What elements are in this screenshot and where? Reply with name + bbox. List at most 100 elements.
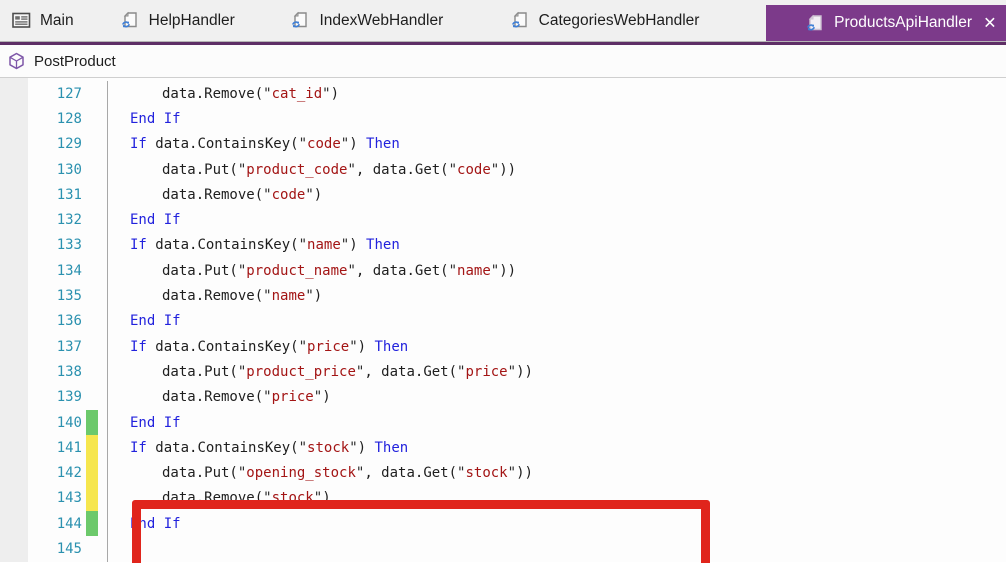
gutter-separator (98, 81, 108, 107)
change-tracking-marker (86, 207, 98, 232)
tab-helphandler[interactable]: HelpHandler (109, 0, 280, 41)
change-tracking-marker (86, 359, 98, 384)
change-tracking-marker (86, 81, 98, 106)
code-line[interactable]: 137 If data.ContainsKey("price") Then (0, 333, 1006, 360)
line-number: 128 (56, 110, 82, 127)
line-number: 142 (56, 465, 82, 482)
class-module-icon (511, 11, 530, 30)
code-line[interactable]: 142 data.Put("opening_stock", data.Get("s… (0, 460, 1006, 486)
tab-categorieswebhandler[interactable]: CategoriesWebHandler (499, 0, 767, 41)
code-line[interactable]: 128 End If (0, 106, 1006, 132)
change-tracking-marker (86, 157, 98, 182)
gutter-separator (98, 283, 108, 309)
code-text: data.Remove("stock") (162, 490, 331, 507)
code-line[interactable]: 143 data.Remove("stock") (0, 485, 1006, 512)
line-number: 129 (56, 136, 82, 153)
gutter-separator (98, 131, 108, 157)
tab-label: HelpHandler (148, 11, 235, 29)
change-tracking-marker (86, 536, 98, 561)
code-text: If data.ContainsKey("stock") Then (130, 439, 409, 456)
change-tracking-marker (86, 258, 98, 283)
code-editor[interactable]: 127 data.Remove("cat_id") 128 End If 129 If d… (0, 78, 1006, 563)
gutter-separator (98, 409, 108, 436)
code-line[interactable]: 131 data.Remove("code") (0, 182, 1006, 208)
tab-main[interactable]: Main (0, 0, 109, 41)
tab-label: CategoriesWebHandler (538, 11, 700, 29)
gutter-separator (98, 460, 108, 486)
code-line[interactable]: 139 data.Remove("price") (0, 384, 1006, 410)
code-line[interactable]: 134 data.Put("product_name", data.Get("na… (0, 258, 1006, 284)
change-tracking-marker (86, 409, 98, 436)
line-number: 139 (56, 389, 82, 406)
code-text: If data.ContainsKey("price") Then (130, 338, 409, 355)
code-line[interactable]: 138 data.Put("product_price", data.Get("p… (0, 359, 1006, 385)
code-text: data.Remove("name") (162, 288, 323, 305)
code-line[interactable]: 141 If data.ContainsKey("stock") Then (0, 435, 1006, 461)
code-text: data.Remove("cat_id") (162, 85, 340, 102)
code-text: data.Put("opening_stock", data.Get("stoc… (162, 465, 533, 482)
gutter-separator (98, 384, 108, 410)
code-line[interactable]: 133 If data.ContainsKey("name") Then (0, 232, 1006, 259)
line-number: 141 (56, 439, 82, 456)
line-number: 144 (56, 515, 82, 532)
gutter-separator (98, 333, 108, 360)
line-number: 135 (56, 288, 82, 305)
gutter-separator (98, 435, 108, 461)
sub-navigator-bar[interactable]: PostProduct (0, 45, 1006, 78)
gutter-separator (98, 258, 108, 284)
gutter-separator (98, 485, 108, 512)
tab-indexwebhandler[interactable]: IndexWebHandler (279, 0, 498, 41)
change-tracking-marker (86, 309, 98, 334)
code-text: End If (130, 313, 181, 330)
change-tracking-marker (86, 182, 98, 207)
change-tracking-marker (86, 132, 98, 157)
code-line[interactable]: 129 If data.ContainsKey("code") Then (0, 131, 1006, 157)
editor-tab-bar: Main HelpHandler IndexWebHandler Categor… (0, 0, 1006, 41)
code-text: data.Remove("price") (162, 389, 331, 406)
change-tracking-marker (86, 460, 98, 486)
close-tab-icon[interactable]: × (984, 13, 996, 34)
code-line[interactable]: 140 End If (0, 409, 1006, 436)
line-number: 133 (56, 237, 82, 254)
code-line[interactable]: 144 End If (0, 511, 1006, 537)
code-text: End If (130, 110, 181, 127)
code-line[interactable]: 132 End If (0, 207, 1006, 233)
line-number: 132 (56, 212, 82, 229)
gutter-separator (98, 106, 108, 132)
gutter-separator (98, 536, 108, 562)
line-number: 130 (56, 161, 82, 178)
tab-label: Main (40, 11, 74, 29)
line-number: 140 (56, 414, 82, 431)
gutter-separator (98, 207, 108, 233)
line-number: 143 (56, 490, 82, 507)
line-number: 131 (56, 186, 82, 203)
line-number: 137 (56, 338, 82, 355)
code-line[interactable]: 130 data.Put("product_code", data.Get("co… (0, 156, 1006, 183)
code-text: End If (130, 212, 181, 229)
code-text: data.Remove("code") (162, 186, 323, 203)
change-tracking-marker (86, 485, 98, 512)
class-module-icon (121, 11, 140, 30)
change-tracking-marker (86, 106, 98, 131)
code-text: If data.ContainsKey("code") Then (130, 136, 400, 153)
form-module-icon (12, 12, 31, 29)
code-line[interactable]: 135 data.Remove("name") (0, 283, 1006, 309)
gutter-separator (98, 232, 108, 259)
code-line[interactable]: 136 End If (0, 308, 1006, 334)
line-number: 145 (56, 540, 82, 557)
code-line[interactable]: 145 (0, 536, 1006, 562)
code-text: data.Put("product_name", data.Get("name"… (162, 262, 517, 279)
code-text: data.Put("product_price", data.Get("pric… (162, 363, 533, 380)
line-number: 134 (56, 262, 82, 279)
gutter-separator (98, 182, 108, 208)
class-module-icon (291, 11, 310, 30)
code-text: End If (130, 515, 181, 532)
line-number: 136 (56, 313, 82, 330)
class-module-icon (806, 14, 825, 33)
code-lines: 127 data.Remove("cat_id") 128 End If 129 If d… (0, 81, 1006, 562)
line-number: 127 (56, 85, 82, 102)
code-line[interactable]: 127 data.Remove("cat_id") (0, 81, 1006, 107)
tab-productsapihandler-active[interactable]: ProductsApiHandler × (766, 5, 1006, 41)
change-tracking-marker (86, 283, 98, 308)
current-sub-name: PostProduct (34, 52, 116, 70)
